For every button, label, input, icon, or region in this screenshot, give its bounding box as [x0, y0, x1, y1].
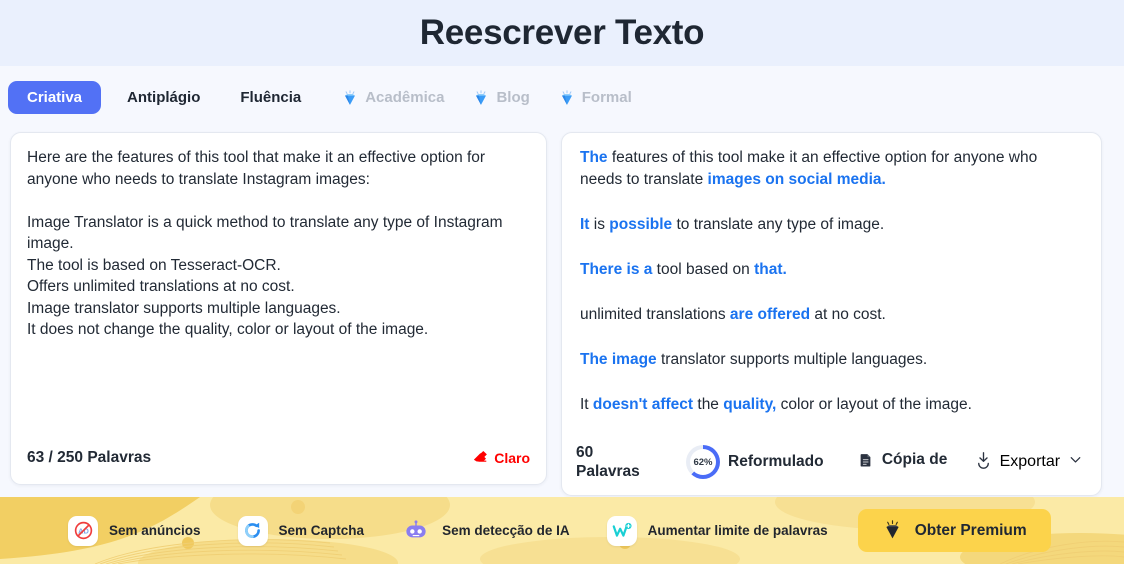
tab-label: Blog — [496, 88, 530, 106]
result-paragraph: There is a tool based on that. — [580, 259, 1083, 281]
source-line: The tool is based on Tesseract-OCR. — [27, 256, 281, 274]
tab-academica[interactable]: Acadêmica — [327, 81, 458, 113]
source-line: Offers unlimited translations at no cost… — [27, 278, 295, 295]
result-text[interactable]: The features of this tool make it an eff… — [562, 133, 1101, 433]
source-line: Here are the features of this tool that … — [27, 149, 486, 188]
promo-item-label: Aumentar limite de palavras — [647, 523, 828, 538]
source-blank-line — [27, 190, 530, 212]
promo-items: AD Sem anúncios Sem Captcha — [0, 509, 1124, 552]
result-highlight: The image — [580, 351, 657, 368]
promo-item-label: Sem Captcha — [278, 523, 365, 538]
result-word-count-unit: Palavras — [576, 463, 640, 480]
source-card: Here are the features of this tool that … — [10, 132, 547, 485]
result-text-segment: at no cost. — [810, 306, 886, 323]
result-highlight: The — [580, 149, 608, 166]
promo-item-no-ads[interactable]: AD Sem anúncios — [68, 515, 201, 546]
result-text-segment: tool based on — [652, 261, 755, 278]
result-text-segment: color or layout of the image. — [776, 396, 972, 413]
promo-item-label: Sem anúncios — [109, 523, 201, 538]
export-label: Exportar — [999, 453, 1061, 470]
app-root: Reescrever Texto Criativa Antiplágio Flu… — [0, 0, 1124, 564]
tab-formal[interactable]: Formal — [544, 81, 646, 113]
tab-criativa[interactable]: Criativa — [8, 80, 102, 114]
result-text-segment: unlimited translations — [580, 306, 730, 323]
result-text-segment: It — [580, 396, 593, 413]
tab-antiplagio[interactable]: Antiplágio — [113, 81, 214, 113]
export-button[interactable]: Exportar — [974, 450, 1084, 474]
result-paragraph: The image translator supports multiple l… — [580, 349, 1083, 371]
result-card: The features of this tool make it an eff… — [561, 132, 1102, 496]
eraser-icon — [472, 448, 489, 468]
source-line: It does not change the quality, color or… — [27, 321, 429, 338]
wordtune-icon — [606, 515, 637, 546]
promo-bar: AD Sem anúncios Sem Captcha — [0, 497, 1124, 564]
result-text-segment: the — [693, 396, 724, 413]
result-word-count: 60 Palavras — [576, 443, 686, 481]
clear-button[interactable]: Claro — [472, 448, 530, 468]
result-footer: 60 Palavras 62% Reformulado Cópia de Exp… — [562, 433, 1101, 495]
clear-label: Claro — [494, 450, 530, 466]
result-text-segment: is — [589, 216, 610, 233]
promo-item-no-captcha[interactable]: Sem Captcha — [237, 515, 365, 546]
result-highlight: are offered — [729, 306, 811, 323]
tab-label: Formal — [581, 88, 632, 106]
diamond-icon — [341, 89, 359, 107]
result-paragraph: It is possible to translate any type of … — [580, 214, 1083, 236]
result-paragraph: The features of this tool make it an eff… — [580, 147, 1083, 191]
captcha-icon — [237, 515, 268, 546]
rephrase-label: Reformulado — [728, 453, 824, 470]
source-textarea[interactable]: Here are the features of this tool that … — [11, 133, 546, 438]
result-word-count-number: 60 — [576, 444, 594, 461]
promo-item-increase-word-limit[interactable]: Aumentar limite de palavras — [606, 515, 828, 546]
tab-label: Criativa — [27, 88, 83, 106]
result-highlight: images on social media. — [707, 171, 886, 188]
promo-item-no-ai-detection[interactable]: Sem detecção de IA — [401, 516, 570, 546]
tab-blog[interactable]: Blog — [458, 81, 543, 113]
result-highlight: doesn't affect — [592, 396, 694, 413]
diamond-icon — [882, 520, 903, 541]
result-highlight: There is a — [580, 261, 653, 278]
get-premium-label: Obter Premium — [914, 521, 1027, 539]
tab-label: Acadêmica — [365, 88, 445, 106]
source-footer: 63 / 250 Palavras Claro — [11, 438, 546, 484]
rephrase-percent: 62% — [693, 456, 713, 468]
chevron-down-icon — [1067, 451, 1084, 473]
result-paragraph: unlimited translations are offered at no… — [580, 304, 1083, 326]
source-line: Image Translator is a quick method to tr… — [27, 213, 503, 253]
tab-label: Fluência — [240, 88, 302, 106]
diamond-icon — [558, 89, 576, 107]
editor-area: Here are the features of this tool that … — [0, 128, 1124, 497]
copy-button[interactable]: Cópia de — [858, 449, 950, 475]
download-icon — [974, 450, 993, 474]
result-text-segment: to translate any type of image. — [672, 216, 885, 233]
get-premium-button[interactable]: Obter Premium — [857, 509, 1051, 552]
page-title: Reescrever Texto — [419, 13, 705, 52]
source-line: Image translator supports multiple langu… — [27, 299, 341, 317]
robot-icon — [401, 516, 431, 546]
copy-label: Cópia de — [881, 451, 948, 468]
diamond-icon — [472, 89, 490, 107]
copy-document-icon — [858, 451, 876, 475]
result-highlight: quality, — [723, 396, 777, 413]
source-word-count: 63 / 250 Palavras — [27, 449, 152, 466]
result-paragraph: It doesn't affect the quality, color or … — [580, 394, 1083, 416]
mode-tabbar: Criativa Antiplágio Fluência Acadêmica B… — [0, 66, 1124, 128]
result-highlight: possible — [609, 216, 673, 233]
no-ads-icon: AD — [68, 515, 98, 546]
page-header: Reescrever Texto — [0, 0, 1124, 66]
result-text-segment: translator supports multiple languages. — [656, 351, 928, 368]
rephrase-progress-ring: 62% — [686, 445, 720, 479]
result-highlight: that. — [754, 261, 787, 278]
rephrase-meter[interactable]: 62% Reformulado — [686, 445, 824, 479]
tab-fluencia[interactable]: Fluência — [226, 81, 315, 113]
promo-item-label: Sem detecção de IA — [442, 523, 570, 538]
tab-label: Antiplágio — [127, 88, 201, 106]
